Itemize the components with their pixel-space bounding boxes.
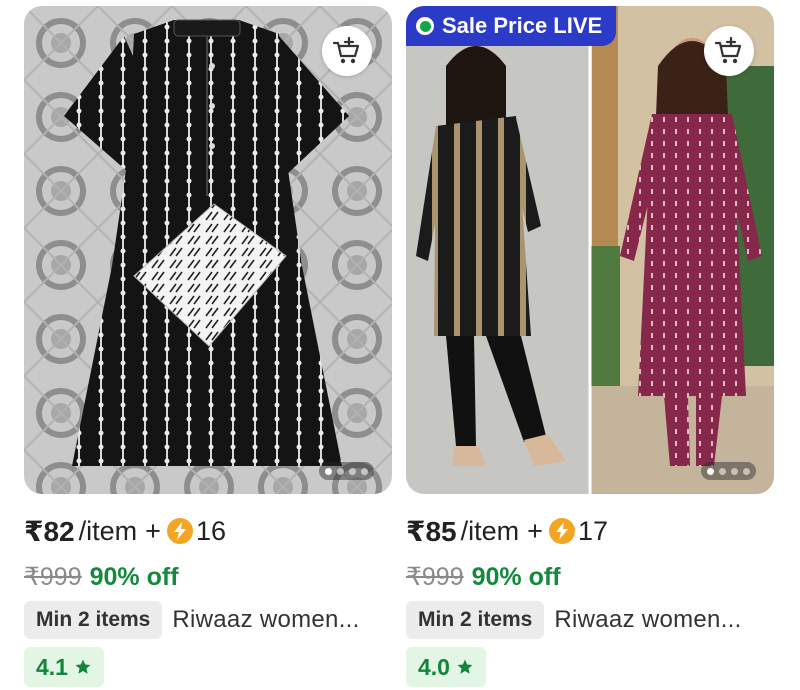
- image-carousel-indicator[interactable]: [319, 462, 374, 480]
- product-info-row: Min 2 items Riwaaz women...: [406, 600, 774, 640]
- add-to-cart-icon: [332, 37, 360, 64]
- discount-row: ₹999 90% off: [406, 559, 561, 595]
- plus-sign: +: [145, 515, 161, 546]
- discount-percent: 90% off: [89, 562, 179, 591]
- star-icon: [75, 659, 91, 674]
- carousel-dot[interactable]: [349, 467, 356, 475]
- carousel-dot[interactable]: [731, 467, 738, 475]
- carousel-dot-active[interactable]: [325, 467, 332, 475]
- discount-percent: 90% off: [471, 562, 561, 591]
- product-image[interactable]: [24, 6, 392, 494]
- rating-value: 4.1: [36, 653, 68, 680]
- product-photo-black-kurta: [24, 6, 392, 494]
- product-image[interactable]: Sale Price LIVE: [406, 6, 774, 494]
- product-title[interactable]: Riwaaz women...: [554, 606, 741, 634]
- product-photo-model-kurta-sets: [406, 6, 774, 494]
- rating-badge: 4.1: [24, 647, 104, 687]
- add-to-cart-icon: [714, 37, 742, 64]
- sale-live-badge: Sale Price LIVE: [406, 6, 617, 46]
- original-price: ₹999: [406, 563, 464, 591]
- product-card[interactable]: Sale Price LIVE ₹85 /item + 17 ₹999 90%: [406, 6, 774, 690]
- price-row: ₹82 /item + 16: [24, 511, 226, 551]
- rating-value: 4.0: [418, 653, 450, 680]
- live-dot-icon: [416, 17, 434, 35]
- lightning-coin-icon: [166, 518, 193, 544]
- original-price: ₹999: [24, 563, 82, 591]
- product-info-row: Min 2 items Riwaaz women...: [24, 600, 392, 640]
- sale-badge-label: Sale Price LIVE: [442, 13, 603, 38]
- star-icon: [457, 659, 473, 674]
- image-carousel-indicator[interactable]: [701, 462, 756, 480]
- carousel-dot[interactable]: [743, 467, 750, 475]
- carousel-dot[interactable]: [361, 467, 368, 475]
- price-unit: /item: [460, 515, 520, 546]
- min-order-chip: Min 2 items: [406, 601, 545, 639]
- carousel-dot[interactable]: [337, 467, 344, 475]
- product-card[interactable]: ₹82 /item + 16 ₹999 90% off Min 2 items …: [24, 6, 392, 690]
- product-price: ₹85: [406, 515, 457, 547]
- price-unit: /item: [78, 515, 138, 546]
- lightning-coin-icon: [548, 518, 575, 544]
- discount-row: ₹999 90% off: [24, 559, 179, 595]
- plus-sign: +: [527, 515, 543, 546]
- carousel-dot-active[interactable]: [707, 467, 714, 475]
- product-title[interactable]: Riwaaz women...: [172, 606, 359, 634]
- add-to-cart-button[interactable]: [704, 26, 754, 76]
- add-to-cart-button[interactable]: [322, 26, 372, 76]
- rating-badge: 4.0: [406, 647, 486, 687]
- product-price: ₹82: [24, 515, 75, 547]
- price-row: ₹85 /item + 17: [406, 511, 608, 551]
- min-order-chip: Min 2 items: [24, 601, 163, 639]
- coin-value: 16: [195, 515, 226, 546]
- coin-value: 17: [577, 515, 608, 546]
- carousel-dot[interactable]: [719, 467, 726, 475]
